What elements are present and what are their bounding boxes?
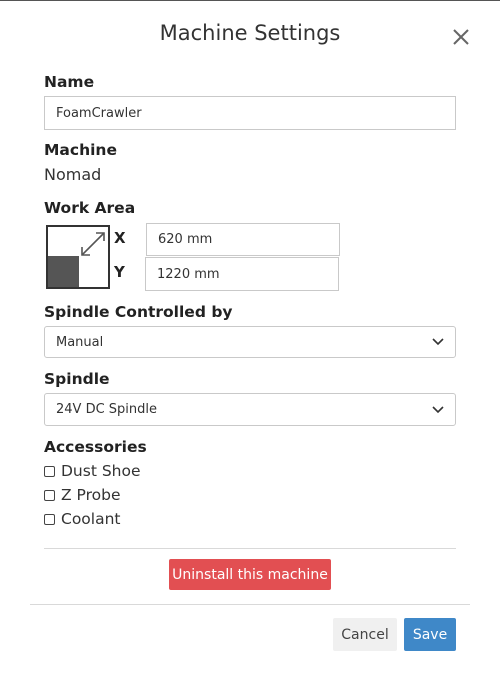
footer-divider [30,604,470,605]
work-area-label: Work Area [44,199,136,217]
spindle-controlled-by-select[interactable]: Manual [44,326,456,358]
coolant-label: Coolant [61,510,121,528]
resize-arrow-icon [81,232,105,256]
coolant-checkbox[interactable] [44,513,55,525]
work-area-icon [46,225,110,289]
cancel-button[interactable]: Cancel [333,618,397,651]
work-area-fill [48,256,79,287]
work-area-y-input[interactable] [145,257,339,291]
dialog-title: Machine Settings [159,21,341,45]
machine-value: Nomad [44,165,102,184]
spindle-select[interactable]: 24V DC Spindle [44,393,456,426]
spindle-value: 24V DC Spindle [56,402,158,417]
section-divider [44,548,456,549]
save-button[interactable]: Save [404,618,456,651]
y-axis-label: Y [114,263,125,281]
spindle-label: Spindle [44,370,110,388]
x-axis-label: X [114,229,126,247]
close-icon[interactable] [449,25,473,49]
name-label: Name [44,73,95,91]
machine-label: Machine [44,141,117,159]
spindle-controlled-by-value: Manual [56,334,104,350]
dust-shoe-option[interactable]: Dust Shoe [44,462,141,480]
chevron-down-icon [432,338,444,346]
uninstall-machine-button[interactable]: Uninstall this machine [169,559,331,590]
spindle-controlled-by-label: Spindle Controlled by [44,303,233,321]
accessories-label: Accessories [44,438,147,456]
name-input[interactable] [44,96,456,130]
z-probe-option[interactable]: Z Probe [44,486,121,504]
chevron-down-icon [432,405,444,413]
dust-shoe-checkbox[interactable] [44,465,55,477]
z-probe-checkbox[interactable] [44,489,55,501]
z-probe-label: Z Probe [61,486,121,504]
machine-settings-dialog: Machine Settings Name Machine Nomad Work… [0,0,500,686]
dust-shoe-label: Dust Shoe [61,462,141,480]
coolant-option[interactable]: Coolant [44,510,121,528]
work-area-x-input[interactable] [146,223,340,256]
